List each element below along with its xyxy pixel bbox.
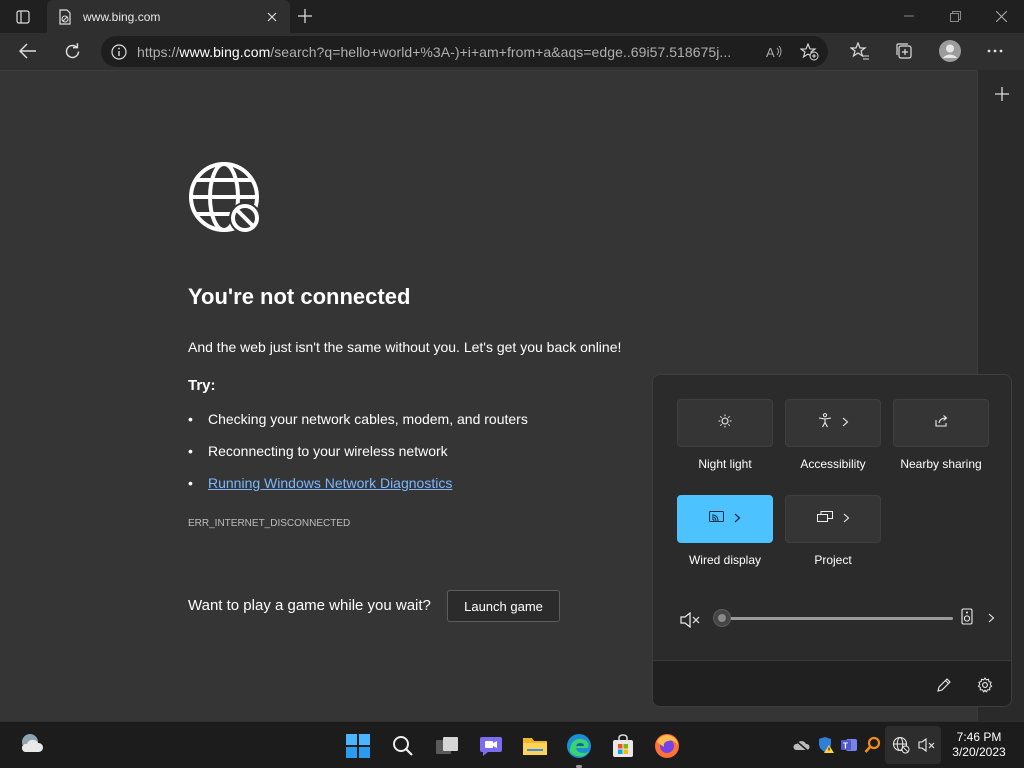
sidebar-add-icon[interactable] bbox=[990, 82, 1014, 106]
volume-muted-tray-icon[interactable] bbox=[917, 735, 937, 755]
collections-icon[interactable] bbox=[889, 37, 919, 65]
share-icon bbox=[934, 414, 949, 433]
svg-text:A: A bbox=[766, 45, 775, 60]
star-plus-icon[interactable] bbox=[794, 38, 824, 65]
volume-slider-thumb[interactable] bbox=[713, 609, 731, 627]
nearby-sharing-label: Nearby sharing bbox=[900, 457, 982, 471]
volume-slider-track[interactable] bbox=[723, 617, 953, 620]
edge-icon[interactable] bbox=[563, 730, 595, 762]
wired-display-tile[interactable] bbox=[677, 495, 773, 543]
project-label: Project bbox=[814, 553, 852, 567]
back-arrow-icon[interactable] bbox=[13, 37, 43, 65]
close-tab-icon[interactable] bbox=[262, 7, 282, 27]
clock-date: 3/20/2023 bbox=[952, 745, 1006, 759]
audio-output-button[interactable] bbox=[961, 608, 995, 630]
url-path: /search?q=hello+world+%3A-)+i+am+from+a&… bbox=[270, 43, 732, 60]
read-aloud-icon[interactable]: A bbox=[759, 38, 789, 65]
wired-display-label: Wired display bbox=[688, 553, 762, 567]
new-tab-icon[interactable] bbox=[292, 4, 318, 28]
profile-avatar-icon[interactable] bbox=[935, 37, 965, 65]
tab-strip: www.bing.com bbox=[0, 0, 1024, 33]
cast-icon bbox=[709, 510, 724, 528]
project-tile[interactable] bbox=[785, 495, 881, 543]
error-code: ERR_INTERNET_DISCONNECTED bbox=[188, 518, 351, 529]
favorites-icon[interactable] bbox=[845, 37, 875, 65]
chevron-right-icon bbox=[843, 510, 850, 528]
firefox-icon[interactable] bbox=[651, 730, 683, 762]
suggestion-list: • Checking your network cables, modem, an… bbox=[188, 411, 528, 507]
list-item: • Checking your network cables, modem, an… bbox=[188, 411, 528, 427]
volume-muted-icon[interactable] bbox=[679, 610, 701, 630]
night-light-tile[interactable] bbox=[677, 399, 773, 447]
suggestion-text: Checking your network cables, modem, and… bbox=[208, 411, 528, 427]
url-text[interactable]: https://www.bing.com/search?q=hello+worl… bbox=[137, 44, 742, 60]
chat-icon[interactable] bbox=[475, 730, 507, 762]
game-prompt: Want to play a game while you wait? bbox=[188, 597, 431, 614]
browser-toolbar: https://www.bing.com/search?q=hello+worl… bbox=[0, 33, 1024, 70]
list-item: • Running Windows Network Diagnostics bbox=[188, 475, 453, 491]
settings-icon[interactable] bbox=[973, 673, 997, 697]
network-offline-icon[interactable] bbox=[891, 735, 911, 755]
browser-tab[interactable]: www.bing.com bbox=[47, 0, 290, 33]
task-view-icon[interactable] bbox=[431, 730, 463, 762]
page-subtitle: And the web just isn't the same without … bbox=[188, 339, 622, 355]
try-heading: Try: bbox=[188, 377, 216, 394]
edit-icon[interactable] bbox=[932, 673, 956, 697]
more-menu-icon[interactable] bbox=[980, 37, 1010, 65]
suggestion-text: Reconnecting to your wireless network bbox=[208, 443, 448, 459]
tab-title: www.bing.com bbox=[83, 9, 161, 24]
minimize-icon[interactable] bbox=[894, 4, 924, 28]
taskbar: T 7:46 PM 3/20/2023 bbox=[0, 721, 1024, 768]
defender-warning-icon[interactable] bbox=[816, 735, 836, 755]
refresh-icon[interactable] bbox=[57, 37, 87, 65]
globe-blocked-icon bbox=[188, 161, 264, 237]
url-scheme: https:// bbox=[137, 43, 180, 60]
chevron-right-icon bbox=[734, 510, 741, 528]
project-icon bbox=[816, 510, 833, 528]
network-diagnostics-link[interactable]: Running Windows Network Diagnostics bbox=[208, 475, 452, 491]
accessibility-tile[interactable] bbox=[785, 399, 881, 447]
launch-game-button[interactable]: Launch game bbox=[447, 590, 560, 622]
svg-text:T: T bbox=[843, 742, 848, 751]
speaker-device-icon bbox=[961, 608, 973, 630]
accessibility-label: Accessibility bbox=[800, 457, 866, 471]
onedrive-offline-icon[interactable] bbox=[791, 735, 811, 755]
taskbar-clock[interactable]: 7:46 PM 3/20/2023 bbox=[946, 730, 1012, 760]
chevron-right-icon bbox=[842, 414, 849, 432]
night-light-label: Night light bbox=[698, 457, 752, 471]
accessibility-icon bbox=[818, 413, 832, 433]
quick-settings-footer bbox=[653, 660, 1011, 706]
url-host: www.bing.com bbox=[179, 43, 271, 60]
chevron-right-icon bbox=[988, 610, 995, 628]
search-app-icon[interactable] bbox=[863, 735, 883, 755]
nearby-sharing-tile[interactable] bbox=[893, 399, 989, 447]
search-icon[interactable] bbox=[387, 730, 419, 762]
teams-icon[interactable]: T bbox=[839, 735, 859, 755]
restore-icon[interactable] bbox=[940, 4, 970, 28]
night-light-icon bbox=[718, 414, 732, 433]
offline-page-icon bbox=[57, 8, 73, 25]
store-icon[interactable] bbox=[607, 730, 639, 762]
clock-time: 7:46 PM bbox=[956, 730, 1002, 744]
start-icon[interactable] bbox=[342, 730, 374, 762]
file-explorer-icon[interactable] bbox=[519, 730, 551, 762]
weather-icon[interactable] bbox=[16, 728, 48, 760]
page-title: You're not connected bbox=[188, 284, 411, 309]
quick-settings-panel: Night light Accessibility Nearby sharing… bbox=[652, 374, 1012, 707]
list-item: • Reconnecting to your wireless network bbox=[188, 443, 448, 459]
tab-actions-icon[interactable] bbox=[6, 5, 40, 29]
close-window-icon[interactable] bbox=[986, 4, 1016, 28]
address-bar[interactable]: https://www.bing.com/search?q=hello+worl… bbox=[101, 36, 828, 67]
info-icon[interactable] bbox=[101, 36, 137, 67]
